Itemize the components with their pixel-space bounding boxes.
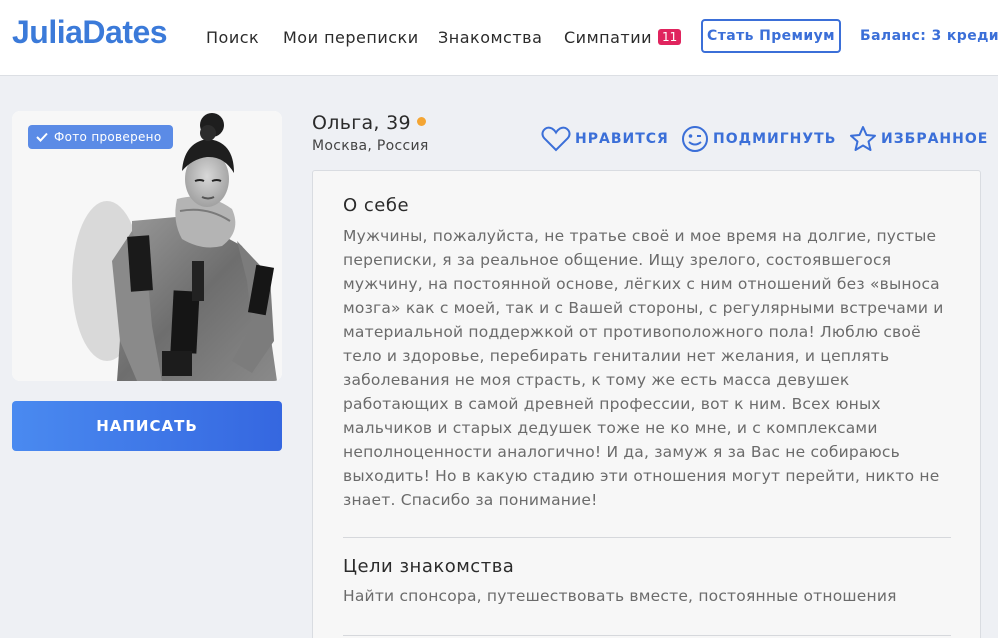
photo-verified-badge: Фото проверено bbox=[28, 125, 174, 149]
about-title: О себе bbox=[343, 195, 410, 216]
likes-count-badge: 11 bbox=[658, 29, 682, 45]
logo[interactable]: JuliaDates bbox=[12, 14, 168, 51]
nav-dating[interactable]: Знакомства bbox=[438, 28, 542, 47]
check-icon bbox=[36, 132, 48, 142]
section-divider bbox=[343, 537, 951, 538]
favorite-button[interactable]: ИЗБРАННОЕ bbox=[849, 124, 988, 154]
heart-icon bbox=[541, 126, 571, 152]
online-status-icon bbox=[416, 117, 426, 126]
about-text: Мужчины, пожалуйста, не тратье своё и мо… bbox=[343, 227, 944, 509]
profile-name-label: Ольга, 39 bbox=[312, 112, 411, 134]
wink-button[interactable]: ПОДМИГНУТЬ bbox=[681, 124, 836, 154]
nav-search[interactable]: Поиск bbox=[206, 28, 259, 47]
like-label: НРАВИТСЯ bbox=[575, 131, 669, 147]
write-message-button[interactable]: НАПИСАТЬ bbox=[12, 401, 282, 451]
profile-photo-image bbox=[12, 111, 282, 381]
photo-verified-label: Фото проверено bbox=[54, 130, 162, 144]
star-icon bbox=[850, 126, 876, 151]
favorite-label: ИЗБРАННОЕ bbox=[881, 131, 989, 147]
goals-text: Найти спонсора, путешествовать вместе, п… bbox=[343, 587, 897, 605]
nav-likes[interactable]: Симпатии 11 bbox=[564, 28, 682, 47]
nav-messages[interactable]: Мои переписки bbox=[283, 28, 419, 47]
top-header: JuliaDates Поиск Мои переписки Знакомств… bbox=[0, 0, 998, 76]
profile-info-card: О себе Мужчины, пожалуйста, не тратье св… bbox=[312, 170, 981, 638]
balance-link[interactable]: Баланс: 3 кредита bbox=[860, 28, 998, 44]
goals-title: Цели знакомства bbox=[343, 556, 515, 577]
like-button[interactable]: НРАВИТСЯ bbox=[541, 124, 669, 154]
wink-label: ПОДМИГНУТЬ bbox=[713, 131, 837, 147]
profile-name: Ольга, 39 bbox=[312, 112, 426, 134]
wink-face-icon bbox=[682, 126, 708, 152]
section-divider-2 bbox=[343, 635, 951, 636]
profile-photo[interactable]: Фото проверено bbox=[12, 111, 282, 381]
nav-likes-label: Симпатии bbox=[564, 28, 653, 47]
become-premium-button[interactable]: Стать Премиум bbox=[701, 19, 841, 53]
profile-location: Москва, Россия bbox=[312, 138, 429, 154]
